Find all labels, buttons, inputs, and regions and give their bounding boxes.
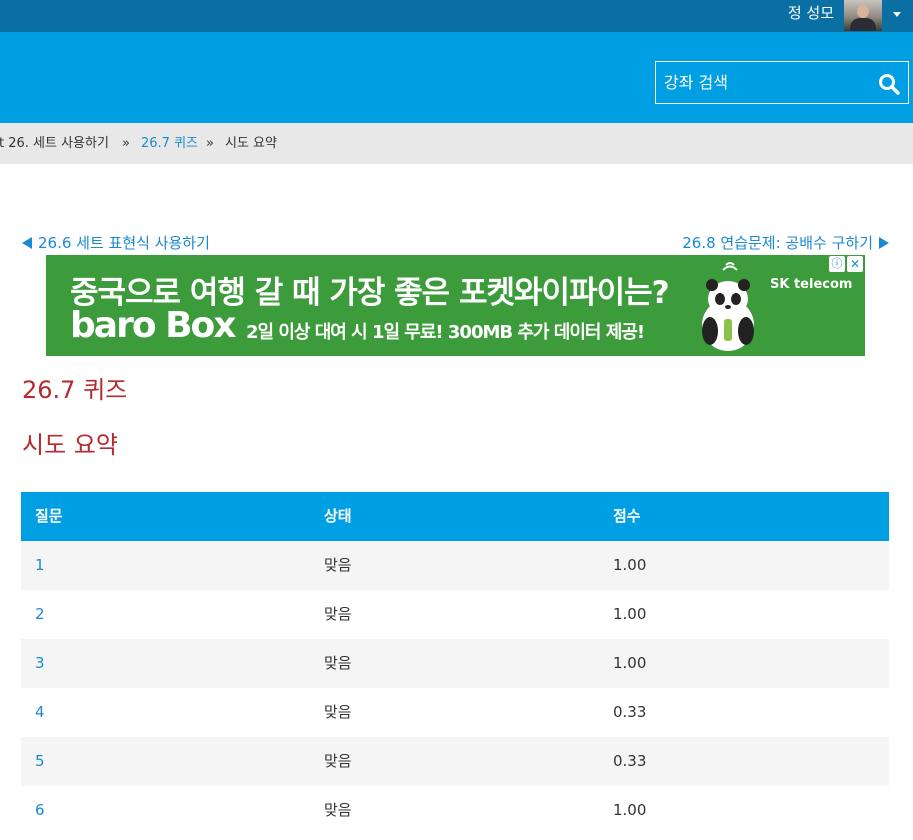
- page-title: 26.7 퀴즈: [22, 376, 128, 404]
- column-header-score: 점수: [613, 507, 641, 525]
- status-cell: 맞음: [324, 703, 352, 721]
- status-cell: 맞음: [324, 801, 352, 819]
- question-link[interactable]: 6: [35, 786, 45, 835]
- score-cell: 0.33: [613, 752, 647, 770]
- question-link[interactable]: 4: [35, 688, 45, 737]
- avatar-head: [857, 5, 869, 18]
- status-cell: 맞음: [324, 605, 352, 623]
- breadcrumb-separator: »: [206, 136, 214, 151]
- next-activity-link[interactable]: 26.8 연습문제: 공배수 구하기: [682, 234, 889, 252]
- panda-icon: [702, 262, 754, 351]
- table-row: 2 맞음 1.00: [21, 590, 889, 639]
- score-cell: 1.00: [613, 605, 647, 623]
- arrow-right-icon: [879, 237, 889, 249]
- table-row: 6 맞음 1.00: [21, 786, 889, 835]
- table-row: 3 맞음 1.00: [21, 639, 889, 688]
- breadcrumb-current: 시도 요약: [225, 136, 277, 151]
- status-cell: 맞음: [324, 556, 352, 574]
- arrow-left-icon: [22, 237, 32, 249]
- prev-activity-link[interactable]: 26.6 세트 표현식 사용하기: [22, 234, 210, 252]
- close-icon[interactable]: ✕: [847, 256, 863, 272]
- question-link[interactable]: 3: [35, 639, 45, 688]
- column-header-question: 질문: [35, 507, 63, 525]
- page-subtitle: 시도 요약: [22, 431, 118, 459]
- ad-logo: baro Box: [70, 305, 236, 346]
- status-cell: 맞음: [324, 752, 352, 770]
- next-activity-label: 26.8 연습문제: 공배수 구하기: [682, 234, 873, 252]
- table-row: 1 맞음 1.00: [21, 541, 889, 590]
- question-link[interactable]: 2: [35, 590, 45, 639]
- status-cell: 맞음: [324, 654, 352, 672]
- user-name[interactable]: 정 성모: [788, 3, 834, 23]
- ad-brand: SK telecom: [770, 277, 853, 292]
- question-link[interactable]: 1: [35, 541, 45, 590]
- breadcrumb-separator: »: [122, 136, 130, 151]
- attempt-summary-table: 질문 상태 점수 1 맞음 1.00 2 맞음 1.00 3 맞음 1.00 4…: [21, 492, 889, 835]
- score-cell: 1.00: [613, 654, 647, 672]
- breadcrumb-section[interactable]: 26.7 퀴즈: [141, 123, 198, 164]
- search-icon[interactable]: [878, 73, 900, 95]
- score-cell: 1.00: [613, 801, 647, 819]
- breadcrumb-part[interactable]: t 26. 세트 사용하기: [0, 123, 109, 164]
- search-input[interactable]: [656, 62, 866, 103]
- ad-banner[interactable]: 중국으로 여행 갈 때 가장 좋은 포켓와이파이는? baro Box 2일 이…: [46, 255, 865, 356]
- chevron-down-icon[interactable]: [893, 12, 901, 17]
- ad-subtext: 2일 이상 대여 시 1일 무료! 300MB 추가 데이터 제공!: [246, 322, 645, 343]
- avatar[interactable]: [844, 0, 882, 31]
- table-row: 5 맞음 0.33: [21, 737, 889, 786]
- table-header: 질문 상태 점수: [21, 492, 889, 541]
- info-icon[interactable]: ⓘ: [829, 256, 845, 272]
- top-bar: 정 성모: [0, 0, 913, 32]
- avatar-body: [850, 18, 876, 31]
- breadcrumb: t 26. 세트 사용하기 » 26.7 퀴즈 » 시도 요약: [0, 123, 913, 164]
- table-row: 4 맞음 0.33: [21, 688, 889, 737]
- question-link[interactable]: 5: [35, 737, 45, 786]
- search-box: [655, 61, 909, 104]
- column-header-status: 상태: [324, 507, 352, 525]
- score-cell: 0.33: [613, 703, 647, 721]
- score-cell: 1.00: [613, 556, 647, 574]
- prev-activity-label: 26.6 세트 표현식 사용하기: [38, 234, 210, 252]
